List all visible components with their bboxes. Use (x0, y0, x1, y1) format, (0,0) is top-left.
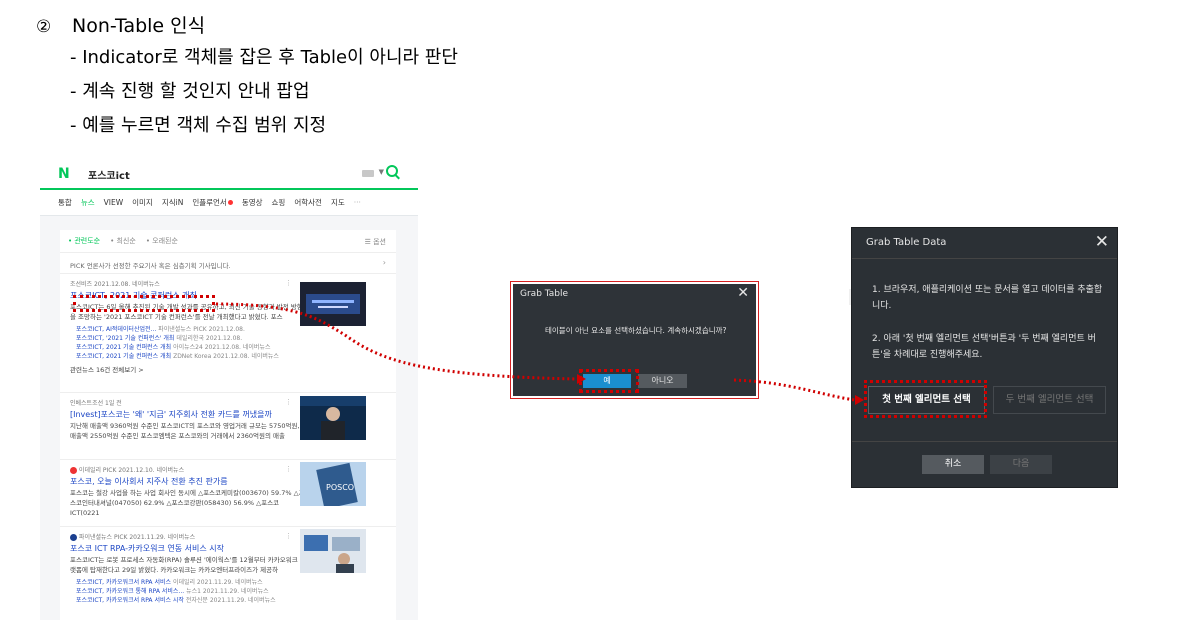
tab-news[interactable]: 뉴스 (81, 197, 95, 208)
article-thumbnail[interactable] (300, 529, 366, 573)
naver-header: N 포스코ict ▼ (40, 158, 418, 190)
tab-view[interactable]: VIEW (104, 198, 124, 207)
bullet-1: - Indicator로 객체를 잡은 후 Table이 아니라 판단 (70, 47, 458, 68)
article-description: 포스코는 철강 사업을 하는 사업 회사인 동시에 △포스코케미칼(003670… (70, 489, 305, 517)
related-article[interactable]: 포스코ICT, '2021 기술 컨퍼런스' 개최 데일리한국 2021.12.… (70, 334, 396, 343)
tab-map[interactable]: 지도 (331, 197, 345, 208)
search-tabs: 통합 뉴스 VIEW 이미지 지식iN 인플루언서 동영상 쇼핑 어학사전 지도… (40, 190, 418, 216)
dialog-title: Grab Table (520, 289, 569, 299)
tab-shopping[interactable]: 쇼핑 (272, 197, 286, 208)
more-icon[interactable]: ⋮ (285, 278, 292, 288)
chevron-right-icon: › (382, 258, 386, 267)
section-heading: ② Non-Table 인식 (36, 10, 205, 44)
related-article[interactable]: 포스코ICT, 카카오워크 통해 RPA 서비스... 뉴스1 2021.11.… (70, 587, 396, 596)
divider (852, 258, 1117, 259)
dialog-message: 테이블이 아닌 요소를 선택하셨습니다. 계속하시겠습니까? (545, 326, 727, 335)
close-icon[interactable]: ✕ (1095, 232, 1109, 252)
tab-kin[interactable]: 지식iN (162, 197, 184, 208)
divider (852, 441, 1117, 442)
tab-more[interactable]: ··· (354, 198, 361, 207)
press-logo-icon (70, 534, 77, 541)
grab-table-data-dialog: Grab Table Data ✕ 1. 브라우저, 애플리케이션 또는 문서를… (851, 227, 1118, 488)
news-article: 이데일리 PICK 2021.12.10. 네이버뉴스 포스코, 오늘 이사회서… (60, 460, 396, 520)
tab-all[interactable]: 통합 (58, 197, 72, 208)
bullet-2: - 계속 진행 할 것인지 안내 팝업 (70, 81, 310, 102)
news-article: 파이낸셜뉴스 PICK 2021.11.29. 네이버뉴스 포스코 ICT RP… (60, 527, 396, 617)
section-number: ② (36, 17, 52, 37)
no-button[interactable]: 아니오 (638, 374, 687, 388)
article-description: 포스코ICT는 로봇 프로세스 자동화(RPA) 솔루션 '에이웍스'를 12월… (70, 556, 306, 574)
naver-search-screenshot: N 포스코ict ▼ 통합 뉴스 VIEW 이미지 지식iN 인플루언서 동영상… (40, 158, 418, 620)
close-icon[interactable]: ✕ (737, 285, 749, 301)
tab-video[interactable]: 동영상 (242, 197, 263, 208)
article-thumbnail[interactable] (300, 282, 366, 326)
option-button[interactable]: ☰ 옵션 (365, 237, 386, 247)
related-article[interactable]: 포스코ICT, 2021 기술 컨퍼런스 개최 아이뉴스24 2021.12.0… (70, 343, 396, 352)
related-more-link[interactable]: 관련뉴스 16건 전체보기 > (70, 365, 396, 375)
news-results: • 관련도순 • 최신순 • 오래된순 ☰ 옵션 PICK 언론사가 선정한 주… (60, 230, 396, 620)
selected-element-indicator (73, 295, 215, 312)
more-icon[interactable]: ⋮ (285, 531, 292, 541)
caret-down-icon[interactable]: ▼ (379, 168, 384, 176)
search-query[interactable]: 포스코ict (88, 167, 130, 182)
filter-oldest[interactable]: • 오래된순 (146, 236, 178, 246)
news-article: 조선비즈 2021.12.08. 네이버뉴스 포스코ICT, 2021 기술 콘… (60, 274, 396, 386)
article-thumbnail[interactable] (300, 396, 366, 440)
search-icon[interactable] (386, 165, 398, 177)
related-article[interactable]: 포스코ICT, 카카오워크서 RPA 서비스 시작 전자신문 2021.11.2… (70, 596, 396, 605)
keyboard-icon[interactable] (362, 170, 374, 177)
related-article[interactable]: 포스코ICT, 2021 기술 컨퍼런스 개최 ZDNet Korea 2021… (70, 352, 396, 361)
news-article: 인베스트조선 1일 전 [Invest]포스코는 '왜' '지금' 지주회사 전… (60, 393, 396, 453)
next-button[interactable]: 다음 (990, 455, 1052, 474)
second-element-select-button[interactable]: 두 번째 엘리먼트 선택 (993, 386, 1106, 414)
section-title: Non-Table 인식 (72, 15, 206, 37)
filter-latest[interactable]: • 최신순 (110, 236, 136, 246)
article-thumbnail[interactable]: POSCO (300, 462, 366, 506)
yes-button-highlight (579, 369, 639, 393)
tab-influencer[interactable]: 인플루언서 (192, 197, 233, 208)
first-element-button-highlight (864, 380, 987, 418)
more-icon[interactable]: ⋮ (285, 397, 292, 407)
bullet-3: - 예를 누르면 객체 수집 범위 지정 (70, 115, 327, 136)
press-logo-icon (70, 467, 77, 474)
instruction-step-1: 1. 브라우저, 애플리케이션 또는 문서를 열고 데이터를 추출합니다. (872, 285, 1103, 311)
new-dot-icon (227, 200, 233, 205)
tab-image[interactable]: 이미지 (132, 197, 153, 208)
pick-notice[interactable]: PICK 언론사가 선정한 주요기사 혹은 심층기획 기사입니다. › (60, 252, 396, 274)
related-article[interactable]: 포스코ICT, AI적데이터산업전... 파이낸셜뉴스 PICK 2021.12… (70, 325, 396, 334)
article-description: 지난해 매출액 9360억원 수준인 포스코ICT의 포스코와 영업거래 규모는… (70, 422, 300, 440)
cancel-button[interactable]: 취소 (922, 455, 984, 474)
svg-text:POSCO: POSCO (326, 483, 354, 492)
naver-logo[interactable]: N (58, 166, 70, 182)
sort-filters: • 관련도순 • 최신순 • 오래된순 (60, 230, 396, 252)
dialog-title: Grab Table Data (866, 237, 947, 248)
more-icon[interactable]: ⋮ (285, 464, 292, 474)
related-article[interactable]: 포스코ICT, 카카오워크서 RPA 서비스 이데일리 2021.11.29. … (70, 578, 396, 587)
filter-relevance[interactable]: • 관련도순 (68, 236, 100, 246)
tab-dictionary[interactable]: 어학사전 (294, 197, 322, 208)
instruction-step-2: 2. 아래 '첫 번째 엘리먼트 선택'버튼과 '두 번째 엘리먼트 버튼'을 … (872, 334, 1096, 360)
